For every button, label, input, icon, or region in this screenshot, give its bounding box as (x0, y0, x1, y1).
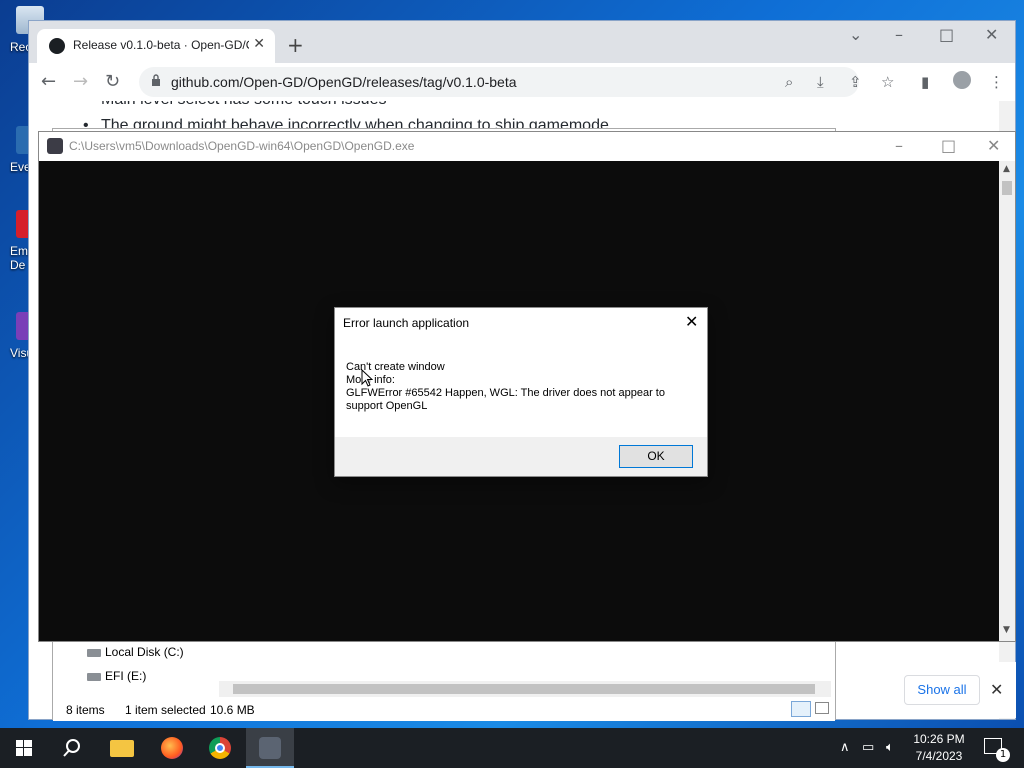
search-icon (63, 739, 80, 757)
status-bar: 8 items 1 item selected 10.6 MB (53, 699, 835, 721)
selection-size: 10.6 MB (210, 703, 255, 717)
minimize-button[interactable]: – (895, 136, 903, 155)
clock[interactable]: 10:26 PM 7/4/2023 (906, 731, 972, 765)
file-explorer-taskbar-button[interactable] (98, 728, 146, 768)
details-view-icon[interactable] (791, 701, 811, 717)
clock-time: 10:26 PM (913, 732, 965, 746)
close-button[interactable]: ✕ (985, 25, 998, 44)
close-button[interactable]: ✕ (987, 136, 1000, 155)
download-bar-close-icon[interactable]: ✕ (990, 680, 1003, 699)
chrome-icon (209, 737, 231, 759)
tab-title: Release v0.1.0-beta · Open-GD/OpenGD (73, 38, 249, 52)
local-disk-icon (87, 649, 101, 657)
address-bar[interactable]: github.com/Open-GD/OpenGD/releases/tag/v… (139, 67, 862, 97)
horizontal-scrollbar[interactable] (219, 681, 831, 697)
dialog-message: Can't create window More info: GLFWError… (346, 361, 696, 413)
maximize-button[interactable]: □ (939, 25, 954, 44)
maximize-button[interactable]: □ (941, 136, 956, 155)
dialog-close-icon[interactable]: ✕ (685, 312, 698, 331)
search-button[interactable] (48, 728, 96, 768)
selection-count: 1 item selected (125, 703, 206, 717)
console-scrollbar[interactable]: ▲ ▼ (999, 161, 1015, 641)
tree-item-efi[interactable]: EFI (E:) (105, 669, 146, 683)
network-icon[interactable]: ▭ (862, 740, 874, 755)
tree-item-local-disk[interactable]: Local Disk (C:) (105, 645, 184, 659)
windows-logo-icon (16, 740, 32, 756)
ok-button[interactable]: OK (619, 445, 693, 468)
dialog-title: Error launch application (343, 316, 470, 330)
mouse-cursor-icon (361, 369, 373, 387)
download-bar: Show all ✕ (836, 662, 1016, 718)
scroll-up-icon[interactable]: ▲ (1003, 164, 1010, 174)
show-hidden-icons-icon[interactable]: ∧ (840, 740, 850, 755)
message-line: Can't create window (346, 361, 445, 373)
show-all-button[interactable]: Show all (904, 675, 980, 705)
search-icon[interactable]: ⌕ (785, 73, 793, 91)
firefox-icon (161, 737, 183, 759)
message-line: GLFWError #65542 Happen, WGL: The driver… (346, 387, 665, 399)
message-line: More info: (346, 374, 395, 386)
scroll-down-icon[interactable]: ▼ (1003, 625, 1010, 635)
release-note-line: Main level select has some touch issues (83, 101, 386, 109)
browser-tab[interactable]: Release v0.1.0-beta · Open-GD/OpenGD ✕ (37, 29, 275, 63)
bookmark-star-icon[interactable]: ☆ (881, 73, 894, 91)
tab-search-icon[interactable]: ⌄ (849, 25, 862, 44)
tab-close-icon[interactable]: ✕ (253, 36, 265, 52)
minimize-button[interactable]: – (895, 25, 903, 44)
opengd-icon (259, 737, 281, 759)
forward-icon[interactable]: → (73, 71, 88, 92)
install-icon[interactable]: ⤓ (817, 73, 824, 91)
volume-muted-icon[interactable]: 🔈︎ (886, 740, 894, 755)
opengd-app-icon (47, 138, 63, 154)
back-icon[interactable]: ← (41, 71, 56, 92)
menu-icon[interactable]: ⋮ (989, 73, 1004, 91)
message-line: support OpenGL (346, 400, 428, 412)
side-panel-icon[interactable]: ▮ (921, 73, 929, 91)
error-dialog: Error launch application ✕ Can't create … (334, 307, 708, 477)
thumbnail-view-icon[interactable] (815, 702, 829, 714)
reload-icon[interactable]: ↻ (105, 71, 120, 92)
url-text: github.com/Open-GD/OpenGD/releases/tag/v… (171, 74, 517, 90)
taskbar: ∧ ▭ 🔈︎ 10:26 PM 7/4/2023 1 (0, 728, 1024, 768)
start-button[interactable] (0, 728, 48, 768)
dialog-footer: OK (335, 437, 707, 476)
window-title: C:\Users\vm5\Downloads\OpenGD-win64\Open… (69, 139, 415, 153)
github-icon (49, 38, 65, 54)
chrome-taskbar-button[interactable] (196, 728, 244, 768)
profile-avatar[interactable] (953, 71, 971, 89)
item-count: 8 items (66, 703, 105, 717)
notification-count-badge: 1 (996, 748, 1010, 762)
window-titlebar: C:\Users\vm5\Downloads\OpenGD-win64\Open… (39, 132, 1015, 161)
firefox-taskbar-button[interactable] (148, 728, 196, 768)
drive-icon (87, 673, 101, 681)
lock-icon (152, 74, 160, 86)
opengd-taskbar-button[interactable] (246, 728, 294, 768)
browser-toolbar: ← → ↻ github.com/Open-GD/OpenGD/releases… (29, 63, 1015, 101)
share-icon[interactable]: ⇪ (849, 73, 862, 91)
folder-icon (110, 740, 134, 757)
new-tab-button[interactable]: + (287, 33, 304, 57)
clock-date: 7/4/2023 (915, 749, 963, 763)
